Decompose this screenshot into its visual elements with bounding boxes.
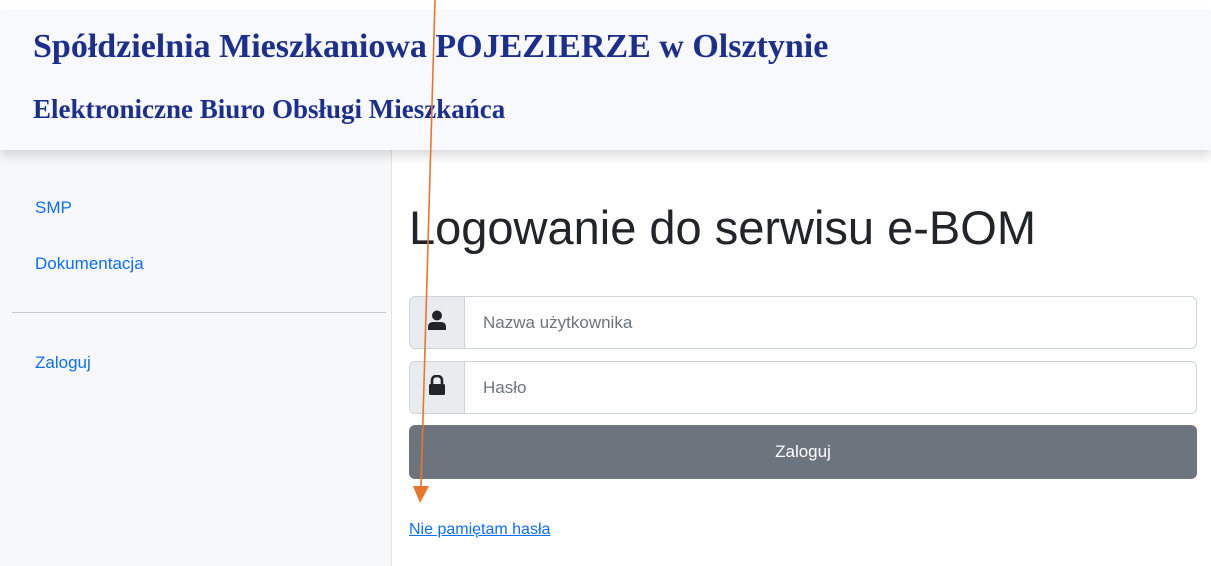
lock-icon	[428, 374, 446, 400]
forgot-password-link[interactable]: Nie pamiętam hasła	[409, 521, 550, 539]
page-title: Logowanie do serwisu e-BOM	[409, 201, 1036, 254]
sidebar: SMP Dokumentacja Zaloguj	[0, 150, 392, 566]
password-input-group	[409, 361, 1197, 414]
annotation-arrow-head	[413, 486, 429, 503]
sidebar-divider	[12, 312, 386, 313]
sidebar-item-dokumentacja[interactable]: Dokumentacja	[35, 254, 144, 274]
sidebar-item-smp[interactable]: SMP	[35, 198, 72, 218]
header-title: Spółdzielnia Mieszkaniowa POJEZIERZE w O…	[33, 28, 829, 65]
sidebar-item-zaloguj[interactable]: Zaloguj	[35, 353, 91, 373]
username-addon	[410, 297, 465, 348]
header-subtitle: Elektroniczne Biuro Obsługi Mieszkańca	[33, 94, 506, 124]
username-input[interactable]	[466, 297, 1196, 348]
username-input-group	[409, 296, 1197, 349]
password-addon	[410, 362, 465, 413]
password-input[interactable]	[466, 362, 1196, 413]
user-icon	[428, 310, 446, 335]
login-button[interactable]: Zaloguj	[409, 425, 1197, 479]
page-header: Spółdzielnia Mieszkaniowa POJEZIERZE w O…	[0, 10, 1211, 150]
